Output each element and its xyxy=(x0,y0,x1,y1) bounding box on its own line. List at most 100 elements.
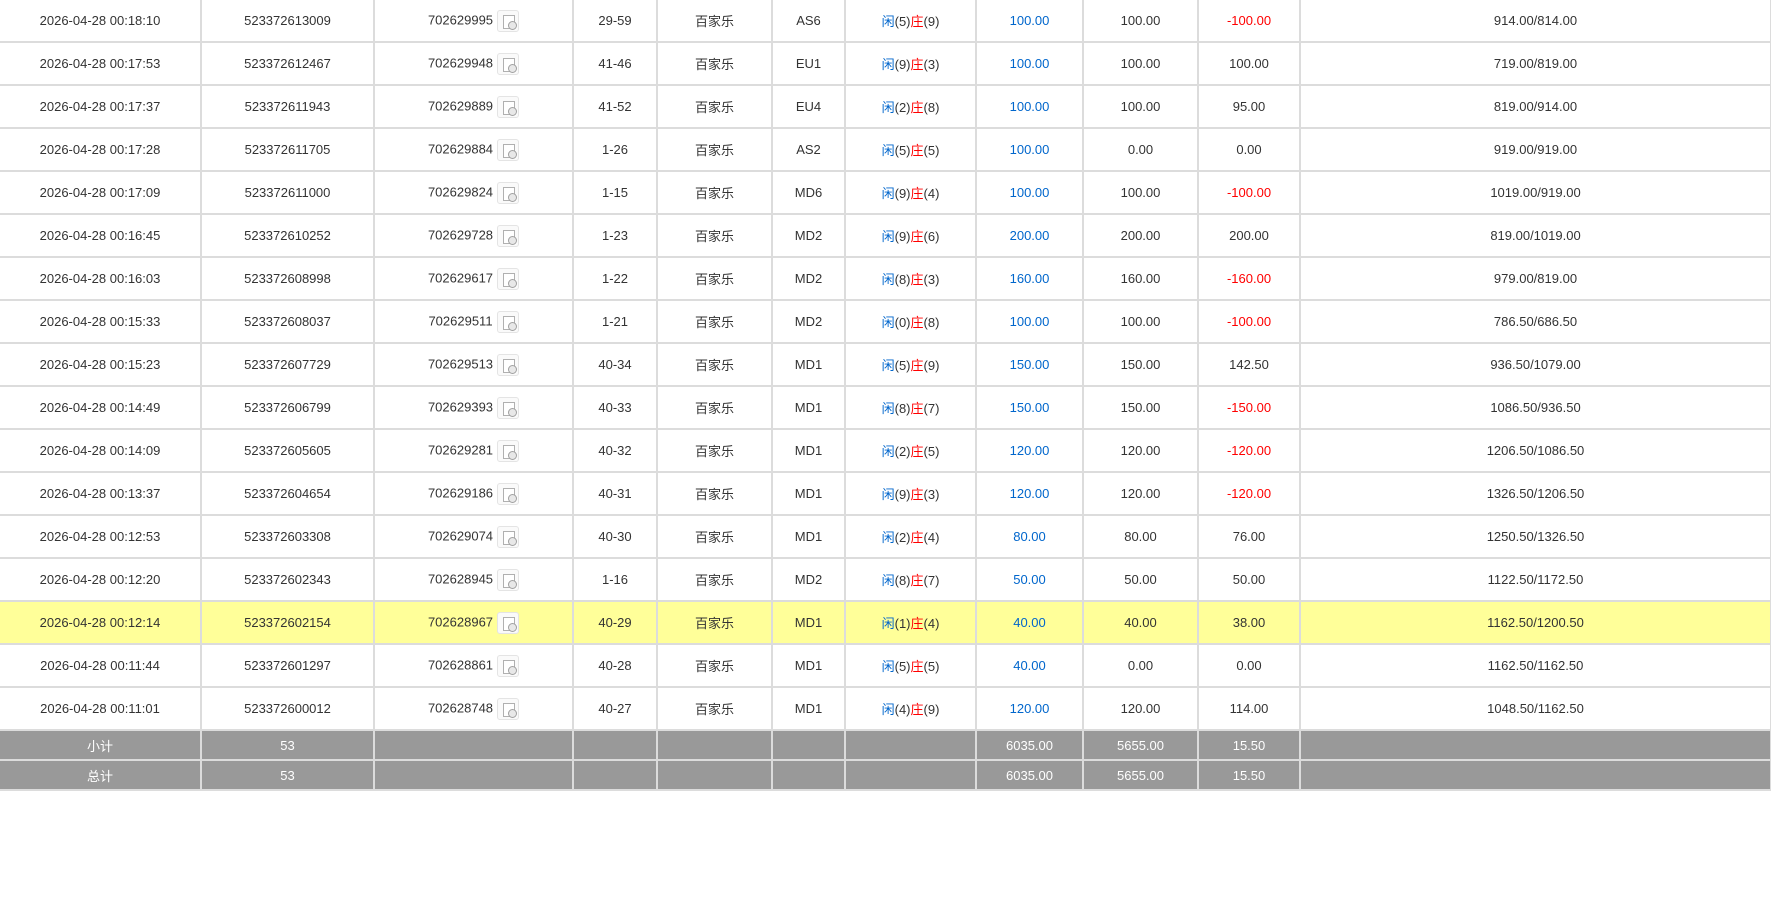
win-loss-cell-text: -100.00 xyxy=(1226,185,1272,200)
order-no-cell: 523372608037 xyxy=(201,300,375,344)
document-icon[interactable] xyxy=(497,654,520,677)
player-label: 闲 xyxy=(881,186,895,201)
document-icon[interactable] xyxy=(497,138,520,161)
document-icon[interactable] xyxy=(497,482,520,505)
bet-time-cell: 2026-04-28 00:14:09 xyxy=(0,429,202,473)
table-row[interactable]: 2026-04-28 00:12:53 523372603308 702629074… xyxy=(0,515,1771,559)
document-icon[interactable] xyxy=(497,697,520,720)
valid-bet-cell: 100.00 xyxy=(1083,85,1199,129)
bet-amount-cell-text: 100.00 xyxy=(1009,99,1050,114)
shoe-round-cell: 40-30 xyxy=(573,515,658,559)
table-row[interactable]: 2026-04-28 00:11:01 523372600012 702628748… xyxy=(0,687,1771,731)
total-count-cell-text: 53 xyxy=(280,767,295,783)
table-code-cell-text: MD1 xyxy=(794,443,823,458)
player-point: (9) xyxy=(894,487,911,502)
game-type-cell: 百家乐 xyxy=(657,128,773,172)
order-no-cell-text: 523372602154 xyxy=(244,615,331,630)
banker-point: (4) xyxy=(923,186,940,201)
win-loss-cell-text: 0.00 xyxy=(1236,658,1262,673)
table-row[interactable]: 2026-04-28 00:17:09 523372611000 702629824… xyxy=(0,171,1771,215)
order-no-cell-text: 523372602343 xyxy=(244,572,331,587)
round-no-cell: 702628748 xyxy=(374,687,574,731)
game-type-cell: 百家乐 xyxy=(657,300,773,344)
win-loss-cell-text: -150.00 xyxy=(1226,400,1272,415)
banker-point: (9) xyxy=(923,14,940,29)
document-icon[interactable] xyxy=(497,95,520,118)
table-row[interactable]: 2026-04-28 00:13:37 523372604654 702629186… xyxy=(0,472,1771,516)
subtotal-count-cell-text: 53 xyxy=(280,737,295,753)
total-valid-cell-text: 5655.00 xyxy=(1117,767,1164,783)
total-winloss-cell: 15.50 xyxy=(1198,760,1301,791)
table-row[interactable]: 2026-04-28 00:17:37 523372611943 702629889… xyxy=(0,85,1771,129)
valid-bet-cell-text: 100.00 xyxy=(1120,185,1161,200)
table-row[interactable]: 2026-04-28 00:17:53 523372612467 702629948… xyxy=(0,42,1771,86)
document-icon[interactable] xyxy=(496,310,519,333)
banker-label: 庄 xyxy=(910,229,924,244)
bet-time-cell: 2026-04-28 00:18:10 xyxy=(0,0,202,43)
bet-amount-cell-text: 120.00 xyxy=(1009,443,1050,458)
document-icon[interactable] xyxy=(497,181,520,204)
document-icon[interactable] xyxy=(497,224,520,247)
document-icon[interactable] xyxy=(497,439,520,462)
table-row[interactable]: 2026-04-28 00:16:03 523372608998 702629617… xyxy=(0,257,1771,301)
player-label: 闲 xyxy=(881,401,895,416)
shoe-round-cell-text: 40-34 xyxy=(598,357,632,372)
table-row[interactable]: 2026-04-28 00:14:49 523372606799 702629393… xyxy=(0,386,1771,430)
order-no-cell-text: 523372612467 xyxy=(244,56,331,71)
table-code-cell-text: MD2 xyxy=(794,271,823,286)
shoe-round-cell: 40-34 xyxy=(573,343,658,387)
shoe-round-cell-text: 1-22 xyxy=(601,271,629,286)
table-row[interactable]: 2026-04-28 00:11:44 523372601297 702628861… xyxy=(0,644,1771,688)
bet-amount-cell: 120.00 xyxy=(976,472,1084,516)
order-no-cell: 523372606799 xyxy=(201,386,375,430)
table-code-cell-text: MD1 xyxy=(794,615,823,630)
document-icon[interactable] xyxy=(497,525,520,548)
table-row-highlighted[interactable]: 2026-04-28 00:12:14 523372602154 702628967… xyxy=(0,601,1771,645)
balance-cell-text: 914.00/814.00 xyxy=(1493,13,1578,28)
result-cell: 闲(8)庄(3) xyxy=(845,257,977,301)
game-type-cell-text: 百家乐 xyxy=(694,702,734,717)
order-no-cell: 523372602343 xyxy=(201,558,375,602)
round-no-cell: 702629511 xyxy=(374,300,574,344)
win-loss-cell-text: 50.00 xyxy=(1232,572,1266,587)
player-point: (8) xyxy=(894,272,911,287)
player-point: (9) xyxy=(894,57,911,72)
result-cell: 闲(9)庄(3) xyxy=(845,472,977,516)
shoe-round-cell: 40-33 xyxy=(573,386,658,430)
table-row[interactable]: 2026-04-28 00:14:09 523372605605 702629281… xyxy=(0,429,1771,473)
document-icon[interactable] xyxy=(497,396,520,419)
table-row[interactable]: 2026-04-28 00:17:28 523372611705 702629884… xyxy=(0,128,1771,172)
player-point: (2) xyxy=(894,100,911,115)
game-type-cell: 百家乐 xyxy=(657,386,773,430)
table-code-cell: MD2 xyxy=(772,214,846,258)
document-icon[interactable] xyxy=(497,9,520,32)
table-code-cell: MD1 xyxy=(772,515,846,559)
document-icon[interactable] xyxy=(497,52,520,75)
banker-label: 庄 xyxy=(910,143,924,158)
bet-time-cell: 2026-04-28 00:17:53 xyxy=(0,42,202,86)
win-loss-cell: -150.00 xyxy=(1198,386,1301,430)
valid-bet-cell-text: 120.00 xyxy=(1120,486,1161,501)
document-icon[interactable] xyxy=(497,353,520,376)
game-type-cell: 百家乐 xyxy=(657,214,773,258)
document-icon[interactable] xyxy=(497,568,520,591)
document-icon[interactable] xyxy=(497,611,520,634)
table-row[interactable]: 2026-04-28 00:18:10 523372613009 702629995… xyxy=(0,0,1771,43)
player-label: 闲 xyxy=(881,702,895,717)
valid-bet-cell-text: 40.00 xyxy=(1124,615,1157,630)
shoe-round-cell: 1-23 xyxy=(573,214,658,258)
total-label-cell-text: 总计 xyxy=(86,768,113,784)
table-row[interactable]: 2026-04-28 00:12:20 523372602343 702628945… xyxy=(0,558,1771,602)
table-row[interactable]: 2026-04-28 00:15:33 523372608037 702629511… xyxy=(0,300,1771,344)
banker-point: (3) xyxy=(923,57,940,72)
subtotal-winloss-cell-text: 15.50 xyxy=(1232,737,1266,753)
subtotal-label-cell: 小计 xyxy=(0,730,202,761)
win-loss-cell-text: 142.50 xyxy=(1229,357,1269,372)
balance-cell-text: 1206.50/1086.50 xyxy=(1486,443,1585,458)
banker-point: (9) xyxy=(923,358,940,373)
balance-cell: 1162.50/1162.50 xyxy=(1300,644,1771,688)
empty-cell xyxy=(657,760,773,791)
document-icon[interactable] xyxy=(497,267,520,290)
table-row[interactable]: 2026-04-28 00:16:45 523372610252 702629728… xyxy=(0,214,1771,258)
table-row[interactable]: 2026-04-28 00:15:23 523372607729 702629513… xyxy=(0,343,1771,387)
